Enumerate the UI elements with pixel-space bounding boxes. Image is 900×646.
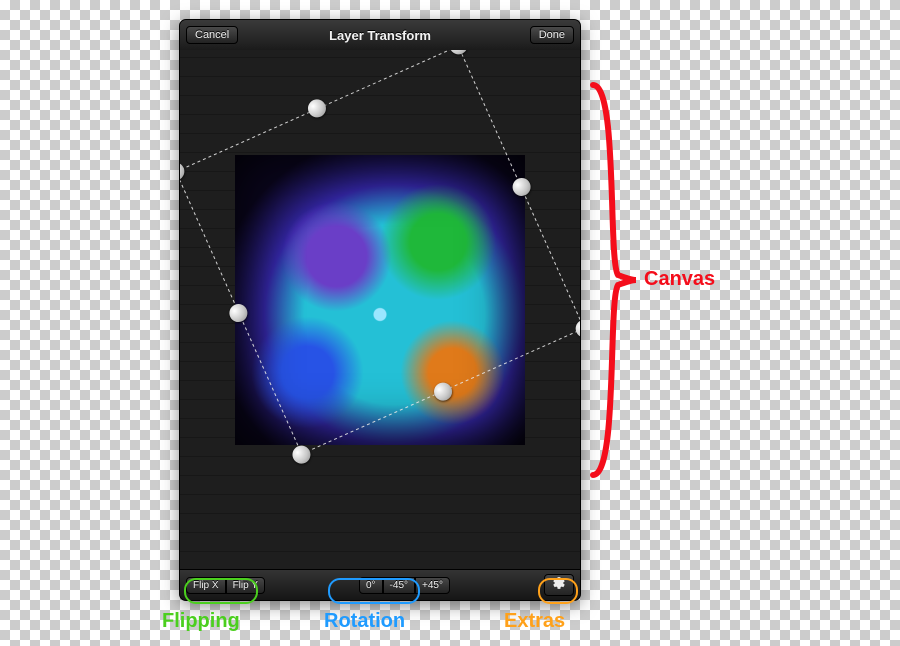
rotate-0-button[interactable]: 0° — [359, 577, 383, 594]
transform-handle-br[interactable] — [573, 317, 580, 341]
rotate-minus45-button[interactable]: -45° — [383, 577, 415, 594]
cancel-button[interactable]: Cancel — [186, 26, 238, 44]
canvas-area[interactable] — [180, 50, 580, 570]
extras-button[interactable] — [544, 574, 574, 596]
transform-handle-tr[interactable] — [447, 50, 471, 57]
gear-icon — [552, 576, 566, 595]
rotation-group: 0° -45° +45° — [359, 577, 450, 594]
bottom-toolbar: Flip X Flip Y 0° -45° +45° — [180, 569, 580, 600]
transform-handle-tm[interactable] — [305, 97, 329, 121]
transform-handle-tl[interactable] — [180, 160, 187, 184]
transform-handle-bl[interactable] — [290, 443, 314, 467]
done-button[interactable]: Done — [530, 26, 574, 44]
flip-x-button[interactable]: Flip X — [186, 577, 226, 594]
page-title: Layer Transform — [180, 28, 580, 43]
rotate-plus45-button[interactable]: +45° — [415, 577, 450, 594]
device-frame: Cancel Layer Transform Done Flip X Flip … — [180, 20, 580, 600]
top-bar: Cancel Layer Transform Done — [180, 20, 580, 51]
flip-group: Flip X Flip Y — [186, 577, 265, 594]
transform-handle-ml[interactable] — [227, 301, 251, 325]
transform-handle-mr[interactable] — [510, 175, 534, 199]
flip-y-button[interactable]: Flip Y — [226, 577, 265, 594]
